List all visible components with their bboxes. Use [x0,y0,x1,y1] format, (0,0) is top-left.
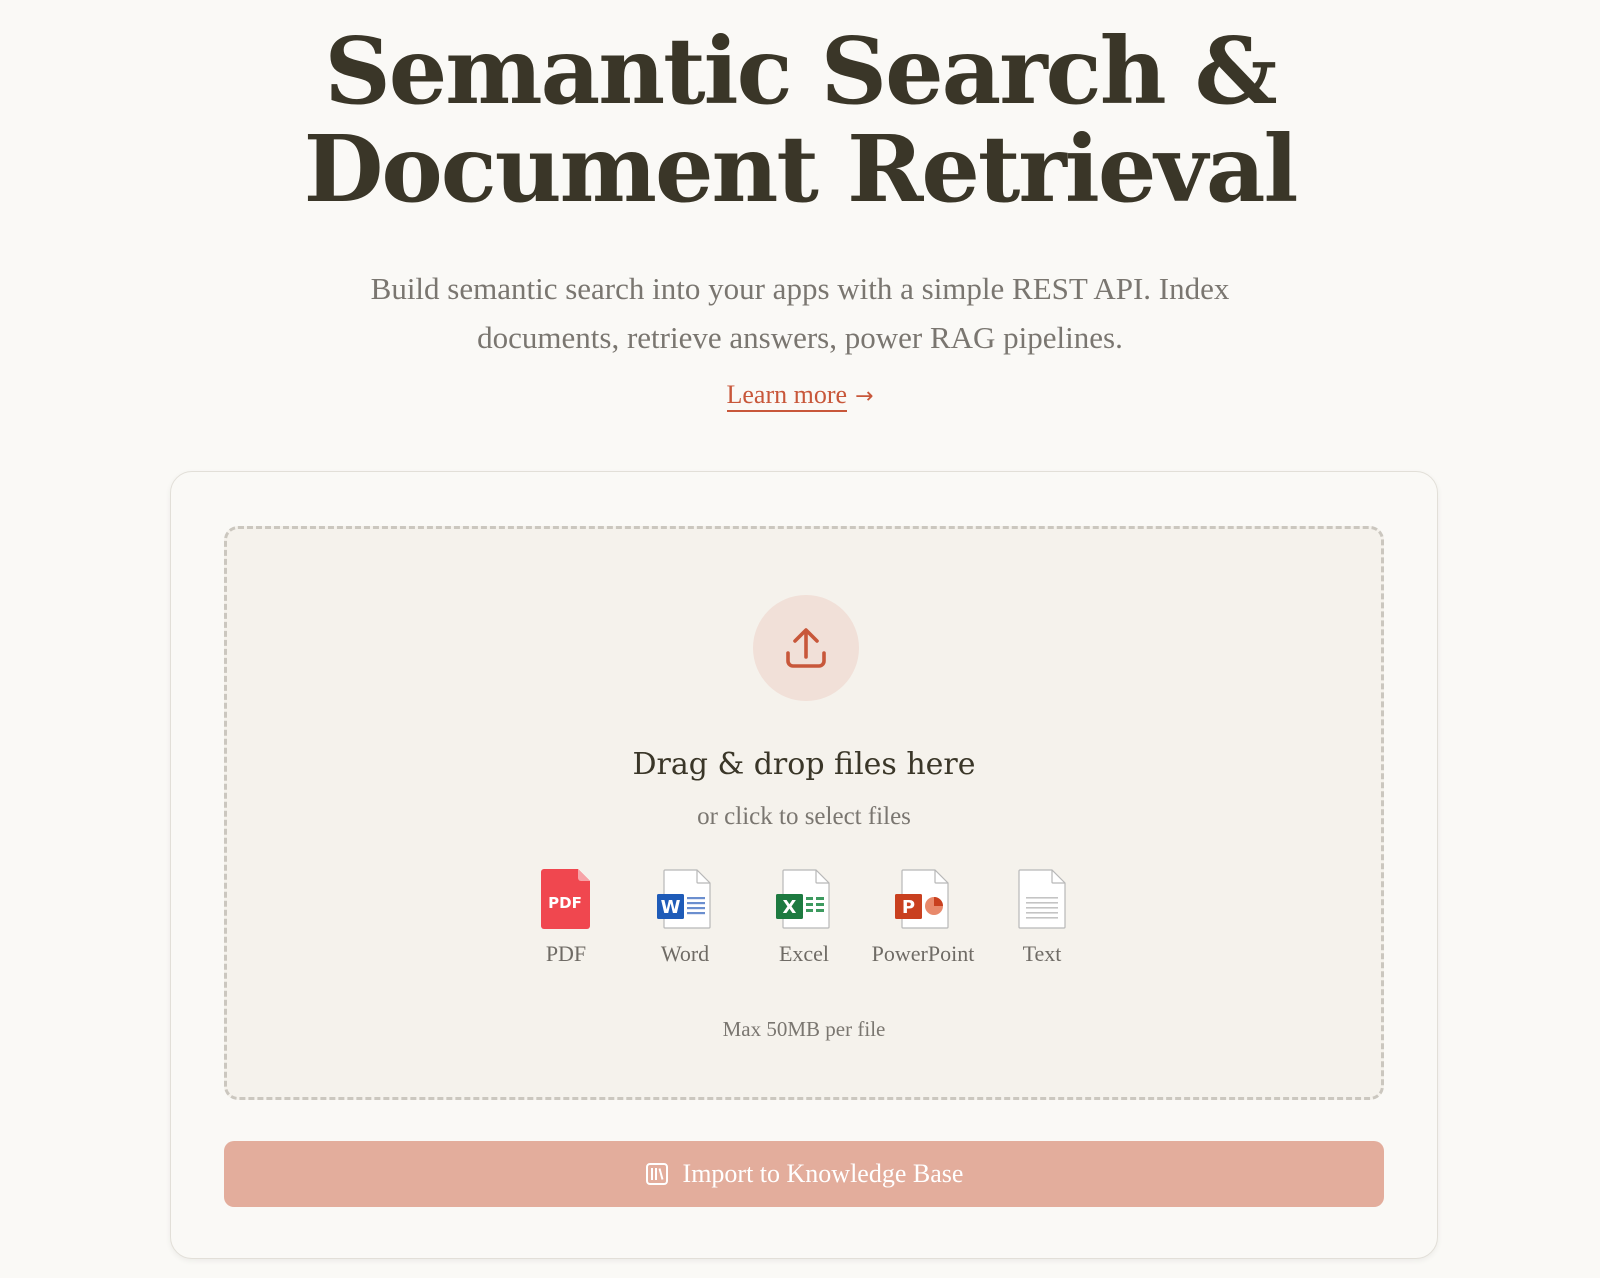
learn-more-link[interactable]: Learn more [726,380,848,412]
arrow-right-icon: → [855,384,874,409]
import-to-knowledge-base-button[interactable]: Import to Knowledge Base [224,1141,1384,1207]
file-dropzone[interactable]: Drag & drop files here or click to selec… [224,526,1384,1100]
max-file-size-note: Max 50MB per file [722,1017,886,1041]
svg-text:P: P [902,897,915,918]
subtitle-line-2: documents, retrieve answers, power RAG p… [477,320,1123,355]
upload-icon [753,595,859,701]
svg-text:X: X [783,897,797,918]
pdf-file-icon: PDF [541,869,590,929]
page-subtitle: Build semantic search into your apps wit… [300,264,1300,362]
dropzone-subtitle: or click to select files [697,803,911,830]
word-file-icon: W [657,869,711,929]
page-title: Semantic Search & Document Retrieval [0,22,1600,218]
filetype-pdf: PDF PDF [507,869,626,967]
filetype-word: W Word [626,869,745,967]
page-title-line-1: Semantic Search & [324,17,1277,125]
supported-file-types: PDF PDF W Word X Excel P PowerPoint Text [227,869,1381,967]
filetype-label: Text [1022,941,1062,966]
subtitle-line-1: Build semantic search into your apps wit… [370,271,1230,306]
svg-text:W: W [661,897,681,918]
svg-text:PDF: PDF [548,894,582,912]
excel-file-icon: X [776,869,830,929]
library-icon [645,1162,669,1186]
dropzone-title: Drag & drop files here [632,747,976,782]
filetype-excel: X Excel [745,869,864,967]
filetype-label: Word [660,941,710,966]
filetype-label: PDF [545,941,587,966]
import-button-label: Import to Knowledge Base [682,1159,964,1188]
powerpoint-file-icon: P [895,869,949,929]
filetype-label: PowerPoint [871,941,975,966]
page-title-line-2: Document Retrieval [303,115,1299,223]
upload-card: Drag & drop files here or click to selec… [170,471,1438,1259]
filetype-label: Excel [778,941,830,966]
filetype-text: Text [983,869,1102,967]
filetype-powerpoint: P PowerPoint [864,869,983,967]
learn-more-row: Learn more → [0,380,1600,412]
text-file-icon [1018,869,1066,929]
